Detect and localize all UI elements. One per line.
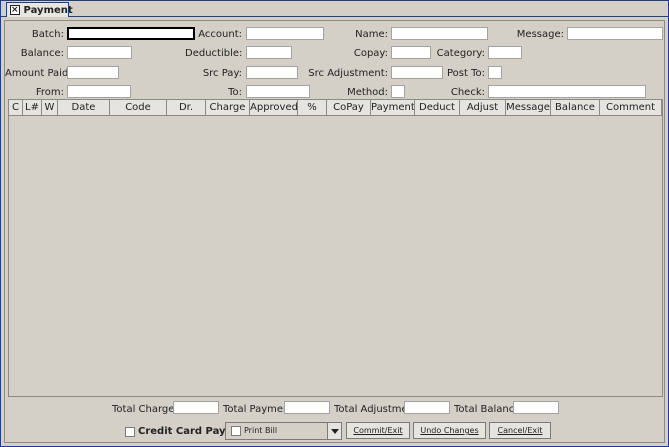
undo-changes-button[interactable]: Undo Changes (413, 422, 486, 439)
message-field[interactable] (567, 27, 663, 40)
col-header-adjust[interactable]: Adjust (460, 100, 506, 116)
commit-exit-label: Commit/Exit (353, 426, 403, 435)
col-header-c[interactable]: C (9, 100, 23, 116)
category-label: Category: (436, 48, 485, 59)
col-header-payment[interactable]: Payment (371, 100, 415, 116)
total-balance-field[interactable] (513, 401, 559, 414)
message-label: Message: (516, 29, 564, 40)
col-header-charge[interactable]: Charge (206, 100, 250, 116)
account-field[interactable] (246, 27, 324, 40)
check-field[interactable] (488, 85, 646, 98)
payment-window: × Payment Batch: Account: Name: Message:… (0, 0, 669, 447)
amount-paid-label: Amount Paid: (5, 68, 72, 79)
payment-panel: Batch: Account: Name: Message: Balance: … (4, 20, 665, 443)
col-header-date[interactable]: Date (58, 100, 110, 116)
col-header-approved[interactable]: Approved (250, 100, 298, 116)
src-pay-label: Src Pay: (202, 68, 242, 79)
tab-strip: × Payment (1, 1, 668, 17)
balance-field[interactable] (67, 46, 132, 59)
payment-grid[interactable]: C L# W Date Code Dr. Charge Approved % C… (8, 99, 663, 397)
method-label: Method: (347, 87, 388, 98)
total-payment-field[interactable] (284, 401, 330, 414)
tab-payment-label: Payment (23, 4, 73, 16)
name-label: Name: (355, 29, 388, 40)
post-to-label: Post To: (447, 68, 485, 79)
copay-label: Copay: (353, 48, 388, 59)
col-header-comment[interactable]: Comment (600, 100, 662, 116)
to-label: To: (228, 87, 242, 98)
batch-field[interactable] (67, 27, 195, 40)
col-header-balance[interactable]: Balance (551, 100, 600, 116)
tab-payment[interactable]: × Payment (6, 2, 73, 17)
post-to-field[interactable] (488, 66, 502, 79)
src-adjustment-field[interactable] (391, 66, 443, 79)
to-field[interactable] (246, 85, 310, 98)
cancel-exit-button[interactable]: Cancel/Exit (489, 422, 551, 439)
balance-label: Balance: (20, 48, 64, 59)
col-header-line[interactable]: L# (23, 100, 42, 116)
col-header-w[interactable]: W (42, 100, 58, 116)
check-label: Check: (450, 87, 485, 98)
chevron-down-icon[interactable] (327, 423, 341, 439)
col-header-deduct[interactable]: Deduct (415, 100, 460, 116)
col-header-dr[interactable]: Dr. (167, 100, 206, 116)
undo-changes-label: Undo Changes (420, 426, 479, 435)
col-header-message[interactable]: Message (506, 100, 551, 116)
method-field[interactable] (391, 85, 405, 98)
print-bill-dropdown[interactable]: Print Bill (225, 422, 342, 440)
src-pay-field[interactable] (246, 66, 298, 79)
cancel-exit-label: Cancel/Exit (497, 426, 543, 435)
col-header-copay[interactable]: CoPay (327, 100, 371, 116)
print-bill-checkbox[interactable] (231, 426, 241, 436)
amount-paid-field[interactable] (67, 66, 119, 79)
print-bill-label: Print Bill (244, 426, 278, 435)
deductible-label: Deductible: (185, 48, 243, 59)
col-header-code[interactable]: Code (110, 100, 167, 116)
category-field[interactable] (488, 46, 522, 59)
col-header-percent[interactable]: % (298, 100, 327, 116)
commit-exit-button[interactable]: Commit/Exit (346, 422, 410, 439)
src-adjustment-label: Src Adjustment: (308, 68, 388, 79)
credit-card-checkbox[interactable] (125, 427, 135, 437)
total-charges-field[interactable] (173, 401, 219, 414)
account-label: Account: (198, 29, 242, 40)
copay-field[interactable] (391, 46, 431, 59)
deductible-field[interactable] (246, 46, 292, 59)
from-label: From: (35, 87, 64, 98)
name-field[interactable] (391, 27, 488, 40)
close-icon[interactable]: × (10, 5, 20, 15)
grid-header: C L# W Date Code Dr. Charge Approved % C… (9, 100, 662, 116)
total-adjustment-field[interactable] (404, 401, 450, 414)
batch-label: Batch: (31, 29, 64, 40)
from-field[interactable] (67, 85, 131, 98)
